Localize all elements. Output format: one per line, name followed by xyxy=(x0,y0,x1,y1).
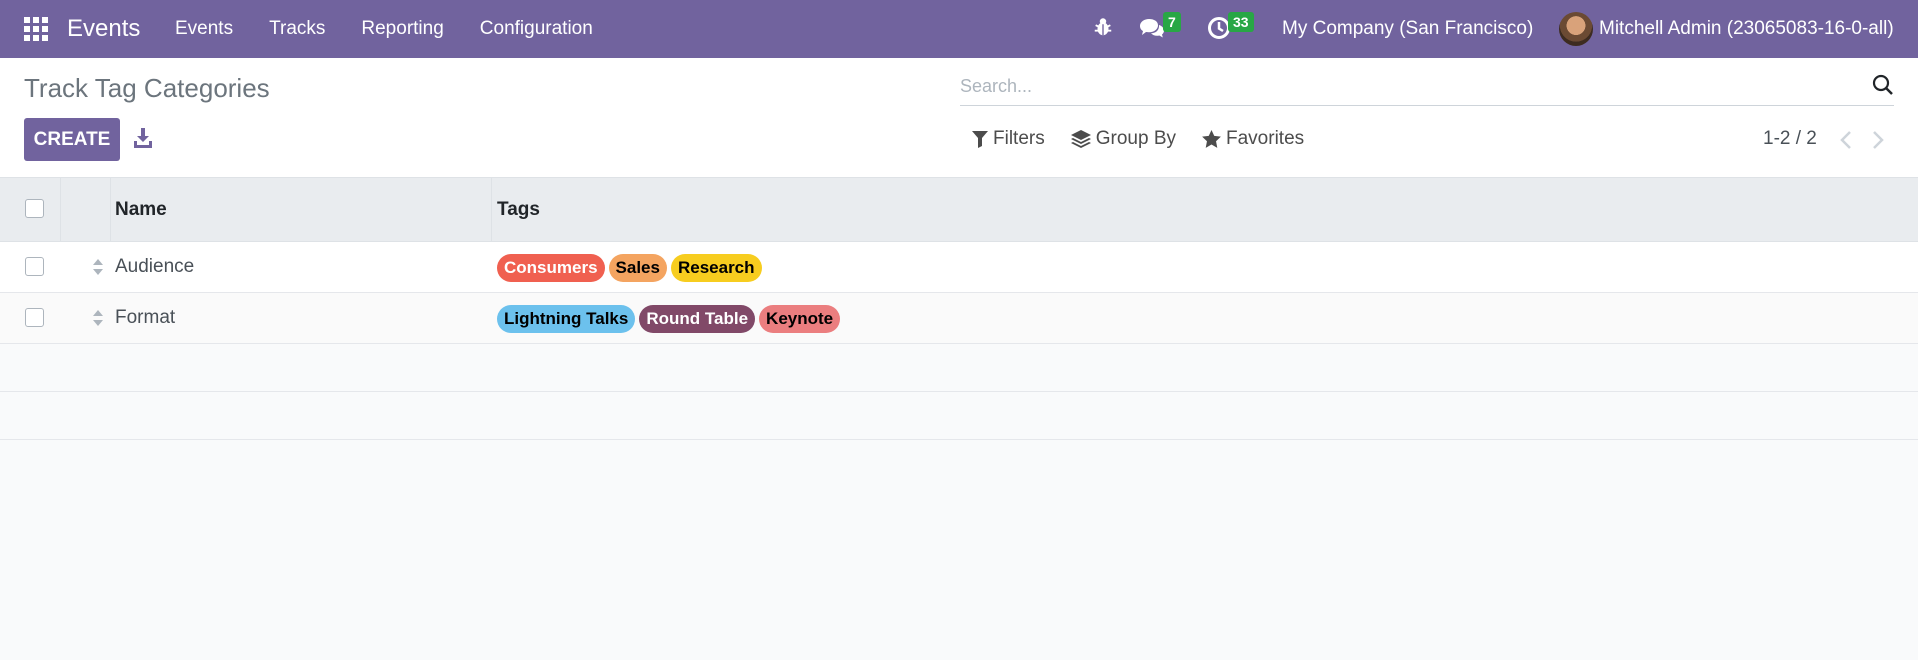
control-panel: Track Tag Categories CREATE Filters Grou… xyxy=(0,58,1918,178)
filters-toggle[interactable]: Filters xyxy=(972,128,1045,150)
filters-label: Filters xyxy=(993,128,1045,149)
row-tags: Lightning Talks Round Table Keynote xyxy=(497,305,841,333)
menu-item-events[interactable]: Events xyxy=(157,0,251,58)
tag-badge[interactable]: Round Table xyxy=(639,305,756,333)
column-divider xyxy=(491,178,492,242)
messages-count-badge: 7 xyxy=(1163,12,1181,32)
select-all-checkbox[interactable] xyxy=(25,199,44,218)
menu-item-configuration[interactable]: Configuration xyxy=(462,0,611,58)
column-header-tags[interactable]: Tags xyxy=(497,178,540,242)
table-header: Name Tags xyxy=(0,178,1918,242)
chevron-right-icon[interactable] xyxy=(1871,130,1885,150)
tag-badge[interactable]: Lightning Talks xyxy=(497,305,636,333)
chevron-left-icon[interactable] xyxy=(1839,130,1853,150)
user-avatar[interactable] xyxy=(1559,12,1593,46)
star-icon xyxy=(1202,130,1221,148)
row-checkbox[interactable] xyxy=(25,308,44,327)
groupby-toggle[interactable]: Group By xyxy=(1070,128,1176,150)
row-tags: Consumers Sales Research xyxy=(497,254,762,282)
debug-bug-icon[interactable] xyxy=(1092,16,1114,38)
empty-row xyxy=(0,344,1918,392)
tag-badge[interactable]: Sales xyxy=(608,254,667,282)
menu-item-reporting[interactable]: Reporting xyxy=(343,0,461,58)
tag-badge[interactable]: Research xyxy=(670,254,762,282)
top-navbar: Events Events Tracks Reporting Configura… xyxy=(0,0,1918,58)
search-box xyxy=(960,66,1894,106)
messages-icon[interactable] xyxy=(1139,16,1165,40)
favorites-toggle[interactable]: Favorites xyxy=(1202,128,1304,150)
company-switcher[interactable]: My Company (San Francisco) xyxy=(1282,18,1533,40)
pager-value[interactable]: 1-2 / 2 xyxy=(1763,128,1817,150)
column-divider xyxy=(110,178,111,242)
user-menu[interactable]: Mitchell Admin (23065083-16-0-all) xyxy=(1599,18,1894,40)
drag-handle-icon[interactable] xyxy=(92,309,104,327)
app-name[interactable]: Events xyxy=(67,15,140,43)
table-row[interactable]: Audience Consumers Sales Research xyxy=(0,242,1918,293)
list-table: Name Tags Audience Consumers Sales Resea… xyxy=(0,178,1918,440)
page-title: Track Tag Categories xyxy=(24,73,270,103)
filter-icon xyxy=(972,130,988,148)
search-icon[interactable] xyxy=(1872,74,1894,96)
layers-icon xyxy=(1070,130,1091,148)
tag-badge[interactable]: Keynote xyxy=(759,305,841,333)
main-menu: Events Tracks Reporting Configuration xyxy=(157,0,611,58)
drag-handle-icon[interactable] xyxy=(92,258,104,276)
row-checkbox[interactable] xyxy=(25,257,44,276)
row-name: Audience xyxy=(115,256,195,277)
favorites-label: Favorites xyxy=(1226,128,1305,149)
row-name: Format xyxy=(115,307,176,328)
create-button[interactable]: CREATE xyxy=(24,118,120,161)
download-icon[interactable] xyxy=(134,128,152,148)
tag-badge[interactable]: Consumers xyxy=(497,254,605,282)
table-row[interactable]: Format Lightning Talks Round Table Keyno… xyxy=(0,293,1918,344)
column-header-name[interactable]: Name xyxy=(115,178,167,242)
activities-count-badge: 33 xyxy=(1228,12,1254,32)
search-input[interactable] xyxy=(960,74,1840,98)
empty-row xyxy=(0,392,1918,440)
apps-grid-icon[interactable] xyxy=(24,17,48,41)
menu-item-tracks[interactable]: Tracks xyxy=(251,0,343,58)
column-divider xyxy=(60,178,61,242)
groupby-label: Group By xyxy=(1095,128,1176,149)
search-options: Filters Group By Favorites xyxy=(972,128,1330,150)
